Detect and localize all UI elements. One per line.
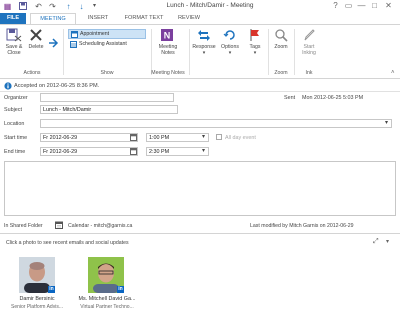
response-button[interactable]: Response ▾ bbox=[192, 28, 216, 64]
save-icon[interactable] bbox=[18, 2, 27, 11]
separator bbox=[151, 29, 152, 75]
tab-review[interactable]: REVIEW bbox=[172, 13, 206, 24]
chevron-down-icon: ▾ bbox=[228, 50, 232, 56]
chevron-down-icon[interactable]: ▾ bbox=[202, 133, 205, 140]
end-time-select[interactable]: 2:30 PM bbox=[146, 147, 209, 156]
ribbon: Save & Close Delete Actions Appointment … bbox=[0, 24, 400, 79]
up-arrow-icon[interactable]: ↑ bbox=[64, 2, 73, 11]
scheduling-assistant-button[interactable]: Scheduling Assistant bbox=[68, 40, 148, 50]
down-arrow-icon[interactable]: ↓ bbox=[77, 2, 86, 11]
separator bbox=[189, 29, 190, 75]
start-date-input[interactable]: Fr 2012-06-29 bbox=[40, 133, 138, 142]
forward-button[interactable] bbox=[47, 37, 59, 49]
svg-text:N: N bbox=[164, 31, 171, 41]
organizer-label: Organizer bbox=[4, 95, 28, 101]
delete-icon bbox=[30, 29, 42, 41]
recurrence-icon bbox=[223, 30, 235, 40]
location-input[interactable] bbox=[40, 119, 392, 128]
separator bbox=[268, 29, 269, 75]
window-title: Lunch - Mitch/Damir - Meeting bbox=[166, 2, 254, 9]
end-date-input[interactable]: Fr 2012-06-29 bbox=[40, 147, 138, 156]
location-dropdown-icon[interactable]: ▾ bbox=[385, 119, 388, 126]
appointment-icon bbox=[71, 31, 78, 38]
start-time-select[interactable]: 1:00 PM bbox=[146, 133, 209, 142]
separator bbox=[294, 29, 295, 75]
save-close-icon bbox=[6, 28, 22, 42]
start-time-label: Start time bbox=[4, 135, 28, 141]
divider bbox=[0, 91, 400, 92]
linkedin-icon: in bbox=[117, 286, 124, 293]
sent-label: Sent bbox=[284, 95, 296, 101]
calendar-app-icon: ▦ bbox=[3, 2, 12, 11]
undo-icon[interactable]: ↶ bbox=[34, 2, 43, 11]
delete-button[interactable]: Delete bbox=[26, 28, 46, 64]
flag-icon bbox=[250, 29, 259, 41]
ribbon-display-icon[interactable]: ▭ bbox=[343, 1, 354, 11]
tab-meeting[interactable]: MEETING bbox=[30, 13, 76, 24]
show-group-label: Show bbox=[100, 70, 114, 76]
calendar-picker-icon[interactable] bbox=[130, 148, 137, 155]
chevron-down-icon: ▾ bbox=[253, 50, 257, 56]
end-time-label: End time bbox=[4, 149, 26, 155]
divider bbox=[0, 233, 400, 234]
ink-group-label: Ink bbox=[305, 70, 313, 76]
tab-file[interactable]: FILE bbox=[0, 13, 26, 24]
onenote-icon: N bbox=[161, 29, 173, 41]
all-day-label: All day event bbox=[225, 135, 256, 141]
shared-folder-label: In Shared Folder bbox=[4, 223, 43, 229]
expand-people-pane-icon[interactable]: ⤢ bbox=[373, 238, 379, 246]
start-inking-button[interactable]: Start Inking bbox=[297, 28, 321, 64]
info-icon bbox=[4, 82, 12, 90]
contact-title: Senior Platform Advis... bbox=[11, 304, 63, 310]
collapse-ribbon-icon[interactable]: ˄ bbox=[391, 70, 397, 76]
tab-format-text[interactable]: FORMAT TEXT bbox=[118, 13, 170, 24]
redo-icon[interactable]: ↷ bbox=[48, 2, 57, 11]
contact-title: Virtual Partner Techno... bbox=[80, 304, 134, 310]
tab-insert[interactable]: INSERT bbox=[80, 13, 116, 24]
people-pane-prompt: Click a photo to see recent emails and s… bbox=[6, 240, 129, 246]
calendar-picker-icon[interactable] bbox=[130, 134, 137, 141]
meeting-notes-button[interactable]: N Meeting Notes bbox=[155, 28, 181, 64]
contact-photo-damir[interactable]: in bbox=[19, 257, 55, 293]
ribbon-tabs: FILE MEETING INSERT FORMAT TEXT REVIEW bbox=[0, 13, 400, 24]
meeting-notes-group-label: Meeting Notes bbox=[151, 70, 185, 76]
title-bar: ▦ ↶ ↷ ↑ ↓ ▾ Lunch - Mitch/Damir - Meetin… bbox=[0, 0, 400, 13]
location-label: Location bbox=[4, 121, 25, 127]
calendar-owner: Calendar - mitch@garnis.ca bbox=[68, 223, 133, 229]
qat-customize-icon[interactable]: ▾ bbox=[90, 2, 99, 11]
contact-photo-mitchell[interactable]: in bbox=[88, 257, 124, 293]
actions-group-label: Actions bbox=[23, 70, 41, 76]
help-icon[interactable]: ? bbox=[330, 1, 341, 11]
organizer-field bbox=[40, 93, 174, 102]
subject-input[interactable]: Lunch - Mitch/Damir bbox=[40, 105, 178, 114]
meeting-info: Accepted on 2012-06-25 8:36 PM. bbox=[14, 83, 100, 89]
chevron-down-icon: ▾ bbox=[202, 50, 206, 56]
zoom-button[interactable]: Zoom bbox=[271, 28, 291, 64]
contact-name: Ms. Mitchell David Ga... bbox=[78, 296, 136, 302]
sent-value: Mon 2012-06-25 5:03 PM bbox=[302, 95, 364, 101]
separator bbox=[63, 29, 64, 75]
all-day-checkbox[interactable] bbox=[216, 134, 222, 140]
zoom-group-label: Zoom bbox=[274, 70, 288, 76]
forward-icon bbox=[49, 38, 59, 48]
minimize-icon[interactable]: — bbox=[356, 1, 367, 11]
collapse-people-pane-icon[interactable]: ▾ bbox=[386, 238, 389, 245]
tags-button[interactable]: Tags ▾ bbox=[244, 28, 266, 64]
linkedin-icon: in bbox=[48, 286, 55, 293]
zoom-icon bbox=[275, 29, 288, 42]
subject-label: Subject bbox=[4, 107, 22, 113]
options-button[interactable]: Options ▾ bbox=[218, 28, 242, 64]
chevron-down-icon[interactable]: ▾ bbox=[202, 147, 205, 154]
save-close-button[interactable]: Save & Close bbox=[4, 28, 24, 64]
pen-icon bbox=[304, 29, 315, 41]
close-icon[interactable]: ✕ bbox=[383, 1, 394, 11]
maximize-icon[interactable]: □ bbox=[369, 1, 380, 11]
scheduling-icon bbox=[70, 41, 77, 48]
response-icon bbox=[198, 30, 210, 41]
meeting-body-editor[interactable] bbox=[4, 161, 396, 216]
contact-name: Damir Bersinic bbox=[19, 296, 55, 302]
last-modified: Last modified by Mitch Garnis on 2012-06… bbox=[250, 223, 354, 229]
calendar-folder-icon bbox=[55, 221, 63, 229]
appointment-button[interactable]: Appointment bbox=[68, 29, 146, 39]
